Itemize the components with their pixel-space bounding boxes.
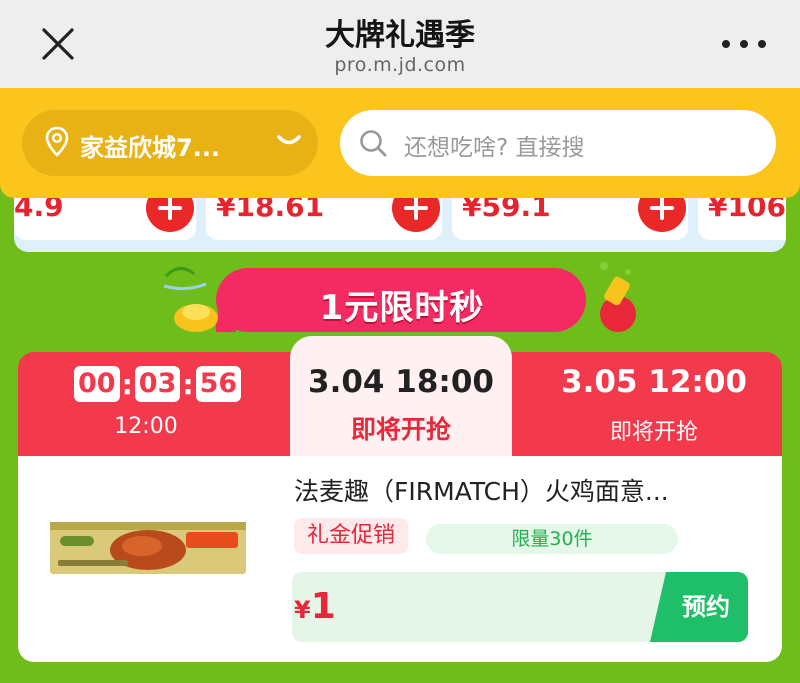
search-bar: 家益欣城7... 还想吃啥? 直接搜 [0,88,800,198]
product-strip: 4.9 ¥18.61 ¥59.1 ¥106. [14,198,786,252]
browser-header: 大牌礼遇季 pro.m.jd.com [0,0,800,88]
product-price: 4.9 [14,198,64,223]
product-card-3[interactable]: ¥59.1 [452,198,688,240]
search-icon [360,130,387,157]
product-card-1[interactable]: 4.9 [14,198,196,240]
location-selector[interactable]: 家益欣城7... [22,110,318,176]
countdown-minutes: 03 [134,366,181,402]
page-url: pro.m.jd.com [334,54,466,76]
reserve-button-label: 预约 [682,593,730,621]
countdown-timer[interactable]: 00 : 03 : 56 [74,366,242,402]
session-1-time[interactable]: 12:00 [74,414,218,439]
location-label: 家益欣城7... [80,134,221,162]
add-to-cart-button[interactable] [146,198,194,232]
product-image[interactable] [50,522,246,574]
session-3-status: 即将开抢 [609,420,698,445]
session-2-time: 3.04 18:00 [308,364,494,400]
add-to-cart-button[interactable] [638,198,686,232]
chevron-down-icon [277,135,301,145]
product-price: 1 [310,586,336,627]
product-card-2[interactable]: ¥18.61 [206,198,442,240]
search-input[interactable]: 还想吃啥? 直接搜 [340,110,776,176]
tab-session-3[interactable]: 3.05 12:00 [548,364,760,400]
countdown-seconds: 56 [195,366,242,402]
product-price: ¥18.61 [216,198,325,223]
product-price: ¥106. [708,198,786,223]
product-name[interactable]: 法麦趣（FIRMATCH）火鸡面意... [294,472,754,508]
product-price: ¥59.1 [462,198,551,223]
product-price-display: ¥1 [294,586,336,627]
location-pin-icon [45,126,69,157]
product-card-4[interactable]: ¥106. [698,198,786,240]
add-to-cart-button[interactable] [392,198,440,232]
limit-badge: 限量30件 [426,524,678,554]
reserve-button[interactable]: 预约 [650,572,748,642]
session-2-status: 即将开抢 [350,415,451,444]
flash-sale-title: 1元限时秒 [319,288,485,328]
search-placeholder: 还想吃啥? 直接搜 [404,135,585,161]
page-title: 大牌礼遇季 [325,18,475,53]
more-icon[interactable] [722,34,766,54]
currency-symbol: ¥ [294,596,311,624]
price-row: ¥1 预约 [292,572,748,642]
promo-badge: 礼金促销 [294,518,408,554]
countdown-hours: 00 [74,366,120,402]
